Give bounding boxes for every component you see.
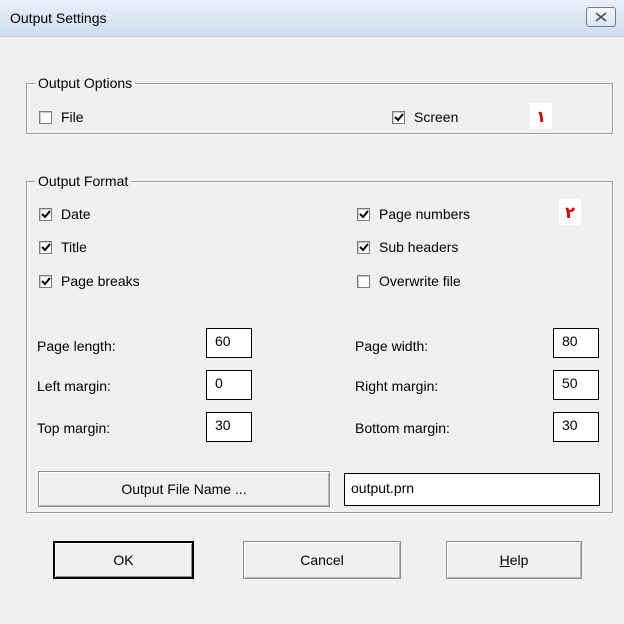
- output-options-group: Output Options: [26, 75, 613, 134]
- screen-label: Screen: [414, 109, 459, 125]
- output-file-name-field[interactable]: output.prn: [344, 473, 600, 506]
- date-checkbox-box[interactable]: [39, 207, 52, 221]
- checkmark-icon: [393, 112, 404, 121]
- output-format-legend: Output Format: [35, 173, 132, 189]
- page-numbers-checkbox[interactable]: Page numbers: [357, 206, 470, 222]
- title-checkbox-box[interactable]: [39, 240, 52, 254]
- top-margin-field[interactable]: 30: [206, 412, 252, 442]
- help-mnemonic: H: [499, 552, 510, 568]
- right-margin-field[interactable]: 50: [553, 370, 599, 400]
- date-checkbox[interactable]: Date: [39, 206, 91, 222]
- screen-checkbox-box[interactable]: [392, 110, 405, 124]
- overwrite-file-label: Overwrite file: [379, 273, 461, 289]
- sub-headers-label: Sub headers: [379, 239, 459, 255]
- bottom-margin-field[interactable]: 30: [553, 412, 599, 442]
- screen-checkbox[interactable]: Screen: [392, 109, 458, 125]
- cancel-button[interactable]: Cancel: [243, 541, 401, 579]
- page-breaks-checkbox[interactable]: Page breaks: [39, 273, 140, 289]
- close-icon: [595, 12, 607, 22]
- checkmark-icon: [40, 209, 51, 218]
- title-bar[interactable]: Output Settings: [0, 0, 624, 37]
- top-margin-label: Top margin:: [37, 420, 111, 436]
- help-button[interactable]: Help: [446, 541, 582, 579]
- left-margin-field[interactable]: 0: [206, 370, 252, 400]
- checkmark-icon: [40, 276, 51, 285]
- checkmark-icon: [358, 242, 369, 251]
- overwrite-file-checkbox[interactable]: Overwrite file: [357, 273, 461, 289]
- title-checkbox[interactable]: Title: [39, 239, 87, 255]
- window-title: Output Settings: [10, 10, 107, 26]
- right-margin-label: Right margin:: [355, 378, 439, 394]
- annotation-marker-2: ٢: [559, 199, 581, 225]
- date-label: Date: [61, 206, 91, 222]
- file-checkbox-box[interactable]: [39, 110, 52, 124]
- checkmark-icon: [40, 242, 51, 251]
- close-button[interactable]: [586, 7, 616, 27]
- page-width-label: Page width:: [355, 338, 429, 354]
- title-label: Title: [61, 239, 87, 255]
- page-breaks-checkbox-box[interactable]: [39, 274, 52, 288]
- page-breaks-label: Page breaks: [61, 273, 140, 289]
- left-margin-label: Left margin:: [37, 378, 111, 394]
- page-numbers-label: Page numbers: [379, 206, 471, 222]
- page-length-label: Page length:: [37, 338, 116, 354]
- output-settings-dialog: Output Settings Output Options File Scre…: [0, 0, 624, 624]
- file-label: File: [61, 109, 84, 125]
- output-options-legend: Output Options: [35, 75, 136, 91]
- annotation-marker-1: ١: [530, 103, 552, 129]
- page-length-field[interactable]: 60: [206, 328, 252, 358]
- overwrite-file-checkbox-box[interactable]: [357, 274, 370, 288]
- page-width-field[interactable]: 80: [553, 328, 599, 358]
- file-checkbox[interactable]: File: [39, 109, 84, 125]
- page-numbers-checkbox-box[interactable]: [357, 207, 370, 221]
- checkmark-icon: [358, 209, 369, 218]
- bottom-margin-label: Bottom margin:: [355, 420, 450, 436]
- sub-headers-checkbox[interactable]: Sub headers: [357, 239, 458, 255]
- help-label-rest: elp: [509, 552, 529, 568]
- sub-headers-checkbox-box[interactable]: [357, 240, 370, 254]
- ok-button[interactable]: OK: [53, 541, 194, 579]
- output-file-name-button[interactable]: Output File Name ...: [38, 471, 330, 507]
